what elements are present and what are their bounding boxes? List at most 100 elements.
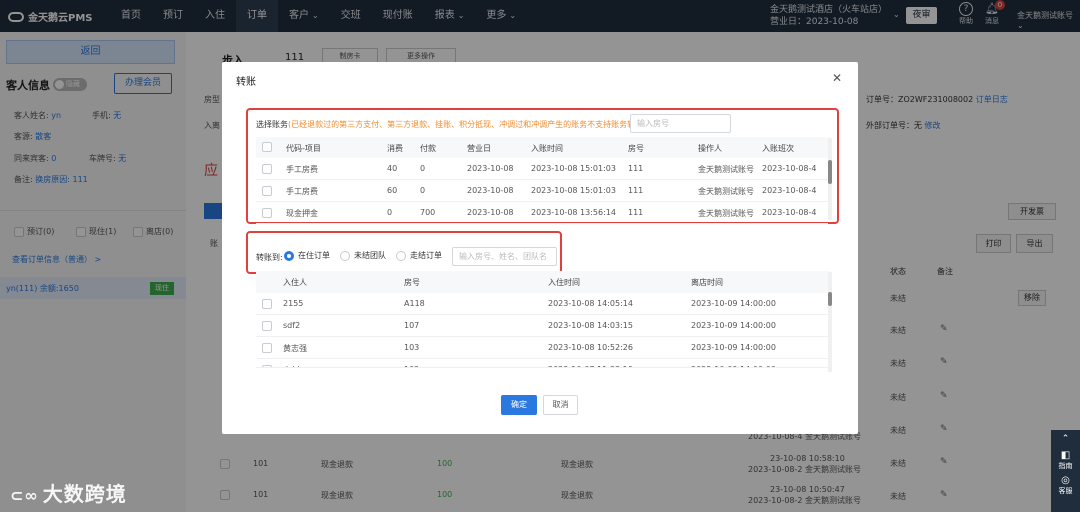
target-row[interactable]: 黄志强 103 2023-10-08 10:52:26 2023-10-09 14:0… (256, 337, 828, 359)
target-cell-room: 107 (404, 321, 420, 330)
transfer-option-label: 走结订单 (410, 251, 442, 260)
account-cell-pay: 0 (420, 186, 426, 195)
account-cell-date: 2023-10-08 (467, 186, 514, 195)
target-column-header: 离店时间 (691, 278, 723, 287)
target-cell-room: 103 (404, 343, 420, 352)
close-icon[interactable]: ✕ (832, 71, 842, 85)
select-account-label: 选择账务(已经退款过的第三方支付、第三方退款、挂账、积分抵现、冲调过和冲调产生的… (256, 119, 646, 130)
target-cell-checkin: 2023-10-08 10:52:26 (548, 343, 633, 352)
target-column-header: 入住人 (283, 278, 307, 287)
account-column-header: 代码-项目 (286, 144, 321, 153)
account-cell-operator: 金天鹅测试账号 (698, 165, 754, 174)
row-checkbox[interactable] (262, 186, 272, 196)
watermark-text: 大数跨境 (42, 482, 127, 506)
select-note: (已经退款过的第三方支付、第三方退款、挂账、积分抵现、冲调过和冲调产生的账务不支… (288, 120, 647, 129)
account-cell-shift: 2023-10-08-4 (762, 164, 817, 173)
account-cell-item: 手工房费 (286, 187, 318, 196)
modal-title: 转账 (236, 77, 256, 88)
account-row[interactable]: 现金押金 0 700 2023-10-08 2023-10-08 13:56:14 111… (256, 202, 828, 224)
target-cell-guest: 黄志强 (283, 344, 307, 353)
target-scrollbar[interactable] (828, 272, 832, 372)
transfer-option-label: 在住订单 (298, 251, 330, 260)
transfer-option[interactable]: 未结团队 (340, 250, 386, 261)
transfer-option[interactable]: 在住订单 (284, 250, 330, 261)
row-checkbox[interactable] (262, 164, 272, 174)
transfer-option[interactable]: 走结订单 (396, 250, 442, 261)
account-column-header: 操作人 (698, 144, 722, 153)
select-all-checkbox[interactable] (262, 142, 272, 152)
service-label[interactable]: 客服 (1051, 486, 1080, 496)
target-scroll-thumb[interactable] (828, 292, 832, 306)
account-table-header: 代码-项目 消费 付款 营业日 入账时间 房号 操作人 入账班次 (256, 137, 830, 158)
transfer-modal: 转账 ✕ 选择账务(已经退款过的第三方支付、第三方退款、挂账、积分抵现、冲调过和… (222, 62, 858, 434)
select-label-text: 选择账务 (256, 120, 288, 129)
target-row[interactable]: sdf2 107 2023-10-08 14:03:15 2023-10-09 14:… (256, 315, 828, 337)
target-cell-checkin: 2023-10-08 14:05:14 (548, 299, 633, 308)
target-cell-guest: sdf2 (283, 321, 301, 330)
account-cell-operator: 金天鹅测试账号 (698, 187, 754, 196)
account-cell-consume: 60 (387, 186, 398, 195)
row-checkbox[interactable] (262, 365, 272, 367)
target-cell-checkout: 2023-10-09 14:00:00 (691, 343, 776, 352)
account-cell-operator: 金天鹅测试账号 (698, 209, 754, 218)
account-row[interactable]: 手工房费 40 0 2023-10-08 2023-10-08 15:01:03 111 金… (256, 158, 828, 180)
headset-icon[interactable]: ◎ (1051, 475, 1080, 486)
target-row[interactable]: 2155 A118 2023-10-08 14:05:14 2023-10-09 14… (256, 293, 828, 315)
row-checkbox[interactable] (262, 321, 272, 331)
target-cell-checkout: 2023-10-09 14:00:00 (691, 365, 776, 367)
row-checkbox[interactable] (262, 343, 272, 353)
target-cell-checkout: 2023-10-09 14:00:00 (691, 299, 776, 308)
radio[interactable] (396, 250, 406, 261)
account-cell-room: 111 (628, 164, 644, 173)
account-cell-pay: 700 (420, 208, 436, 217)
account-cell-pay: 0 (420, 164, 426, 173)
cancel-button[interactable]: 取消 (543, 395, 578, 415)
account-cell-time: 2023-10-08 13:56:14 (531, 208, 616, 217)
account-cell-room: 111 (628, 186, 644, 195)
room-search-input[interactable]: 输入房号 (630, 114, 731, 133)
transfer-to-label: 转账到: (256, 253, 283, 262)
watermark-logo-icon: ⊂∞ (10, 486, 39, 505)
watermark: ⊂∞ 大数跨境 (10, 478, 127, 507)
account-column-header: 消费 (387, 144, 403, 153)
target-cell-checkin: 2023-10-07 11:33:19 (548, 365, 633, 367)
chevron-up-icon[interactable]: ⌃ (1051, 434, 1080, 444)
account-column-header: 营业日 (467, 144, 491, 153)
target-table-header: 入住人 房号 入住时间 离店时间 (256, 271, 830, 293)
radio[interactable] (340, 250, 350, 261)
account-scroll-thumb[interactable] (828, 160, 832, 184)
account-cell-item: 手工房费 (286, 165, 318, 174)
account-column-header: 入账班次 (762, 144, 794, 153)
guide-label[interactable]: 指南 (1051, 461, 1080, 471)
target-cell-room: 102 (404, 365, 419, 367)
row-checkbox[interactable] (262, 299, 272, 309)
row-checkbox[interactable] (262, 208, 272, 218)
confirm-button[interactable]: 确定 (501, 395, 537, 415)
target-row[interactable]: dshkas 102 2023-10-07 11:33:19 2023-10-09 1… (256, 359, 828, 368)
account-cell-time: 2023-10-08 15:01:03 (531, 186, 616, 195)
account-cell-time: 2023-10-08 15:01:03 (531, 164, 616, 173)
target-column-header: 入住时间 (548, 278, 580, 287)
target-search-input[interactable]: 输入房号、姓名、团队名 (452, 247, 557, 266)
target-cell-checkout: 2023-10-09 14:00:00 (691, 321, 776, 330)
account-cell-consume: 0 (387, 208, 393, 217)
side-float-panel: ⌃ ◧ 指南 ◎ 客服 (1051, 430, 1080, 512)
account-column-header: 房号 (628, 144, 644, 153)
account-column-header: 入账时间 (531, 144, 563, 153)
account-cell-room: 111 (628, 208, 644, 217)
target-cell-room: A118 (404, 299, 425, 308)
account-cell-shift: 2023-10-08-4 (762, 186, 817, 195)
account-cell-shift: 2023-10-08-4 (762, 208, 817, 217)
account-cell-date: 2023-10-08 (467, 164, 514, 173)
account-cell-consume: 40 (387, 164, 398, 173)
guide-icon[interactable]: ◧ (1051, 450, 1080, 461)
transfer-option-label: 未结团队 (354, 251, 386, 260)
account-column-header: 付款 (420, 144, 436, 153)
account-row[interactable]: 手工房费 60 0 2023-10-08 2023-10-08 15:01:03 111 金… (256, 180, 828, 202)
account-cell-date: 2023-10-08 (467, 208, 514, 217)
account-cell-item: 现金押金 (286, 209, 318, 218)
target-cell-guest: dshkas (283, 365, 311, 367)
radio[interactable] (284, 250, 294, 261)
target-cell-checkin: 2023-10-08 14:03:15 (548, 321, 633, 330)
target-column-header: 房号 (404, 278, 420, 287)
